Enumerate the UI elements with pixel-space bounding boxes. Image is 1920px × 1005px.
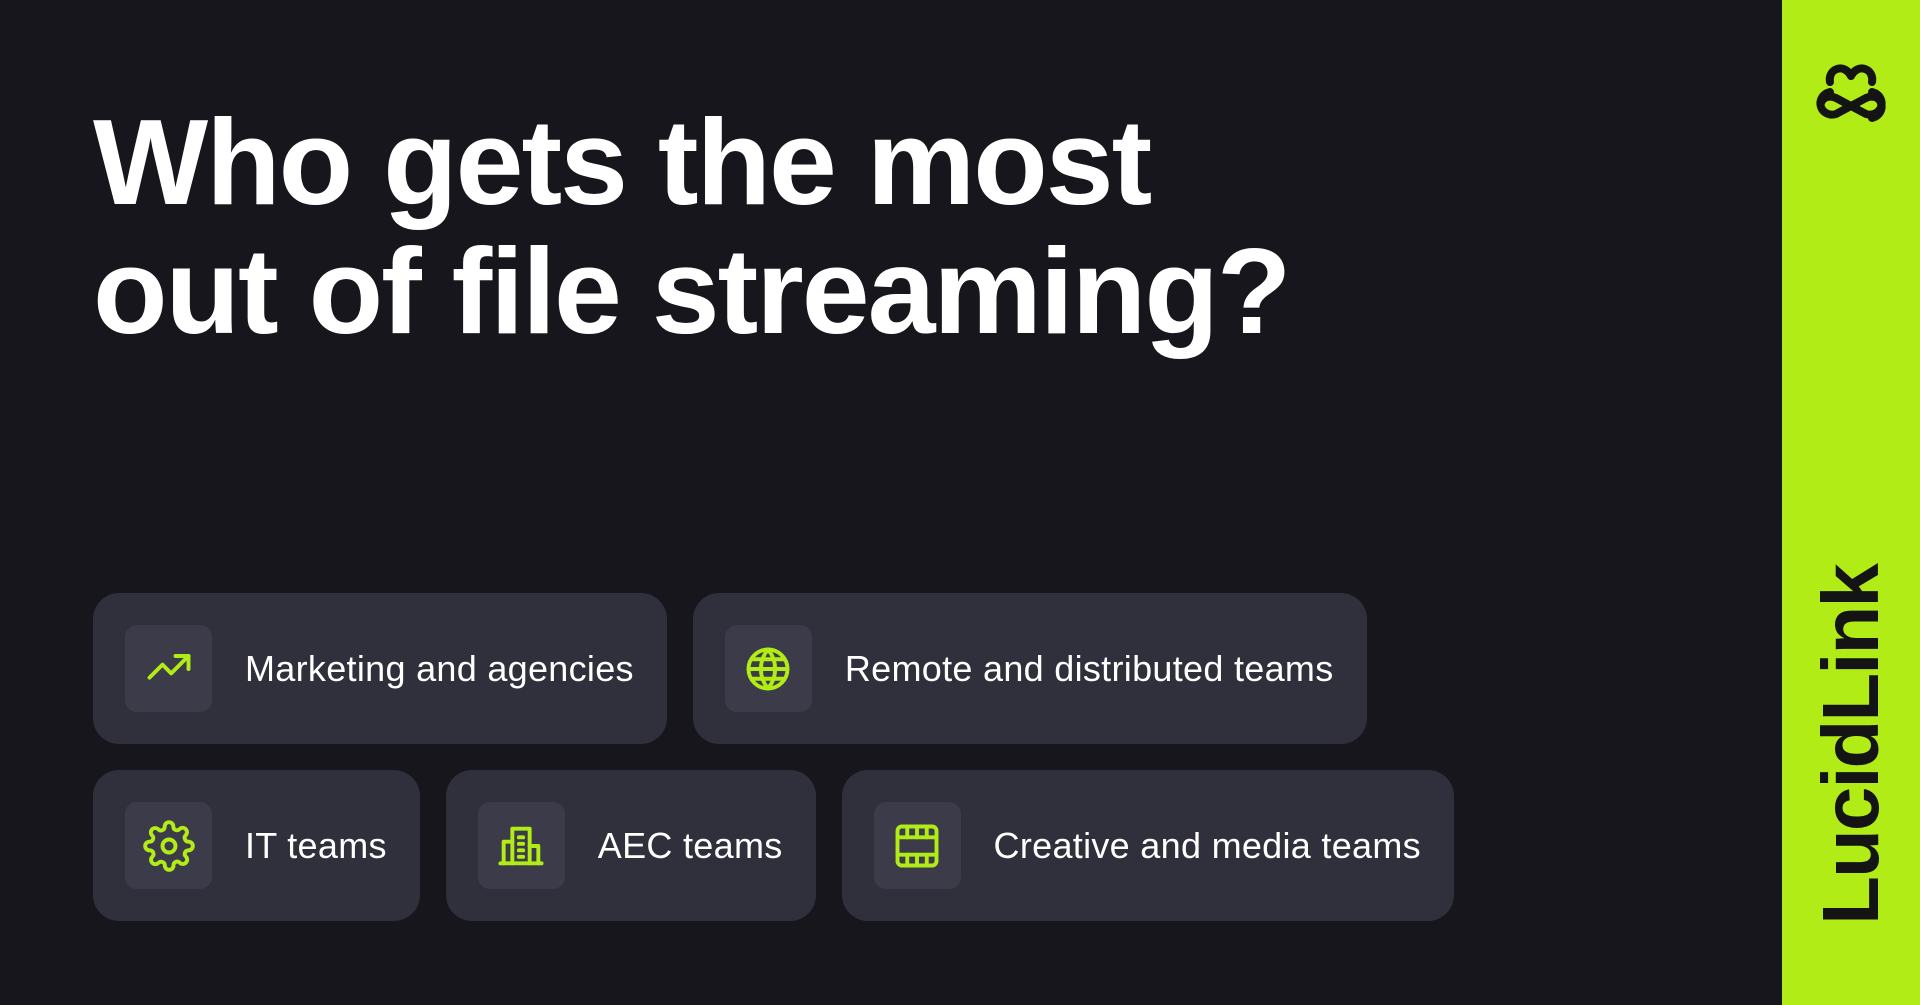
card-it-teams: IT teams	[93, 770, 420, 921]
title-line-1: Who gets the most	[93, 94, 1152, 230]
audience-card-list: Marketing and agencies Remote and distri…	[93, 593, 1454, 947]
page-title: Who gets the most out of file streaming?	[93, 94, 1291, 359]
card-remote-distributed: Remote and distributed teams	[692, 593, 1367, 744]
card-creative-media: Creative and media teams	[841, 770, 1454, 921]
card-label: AEC teams	[597, 824, 783, 866]
trending-up-icon	[125, 625, 212, 712]
lucidlink-logo-icon	[1816, 64, 1886, 122]
card-marketing-agencies: Marketing and agencies	[93, 593, 667, 744]
building-icon	[477, 802, 565, 889]
gear-icon	[125, 802, 212, 889]
film-icon	[873, 802, 961, 889]
card-label: Marketing and agencies	[245, 647, 634, 689]
card-row-1: Marketing and agencies Remote and distri…	[93, 593, 1454, 744]
card-label: Creative and media teams	[993, 824, 1421, 866]
card-label: Remote and distributed teams	[844, 647, 1334, 689]
card-label: IT teams	[245, 824, 387, 866]
title-line-2: out of file streaming?	[93, 223, 1291, 359]
brand-sidebar: LucidLink	[1782, 0, 1920, 1005]
card-aec-teams: AEC teams	[445, 770, 816, 921]
brand-wordmark: LucidLink	[1806, 565, 1895, 925]
main-panel: Who gets the most out of file streaming?…	[0, 0, 1782, 1005]
globe-icon	[724, 625, 812, 712]
card-row-2: IT teams AEC teams Creative and media te…	[93, 770, 1454, 921]
